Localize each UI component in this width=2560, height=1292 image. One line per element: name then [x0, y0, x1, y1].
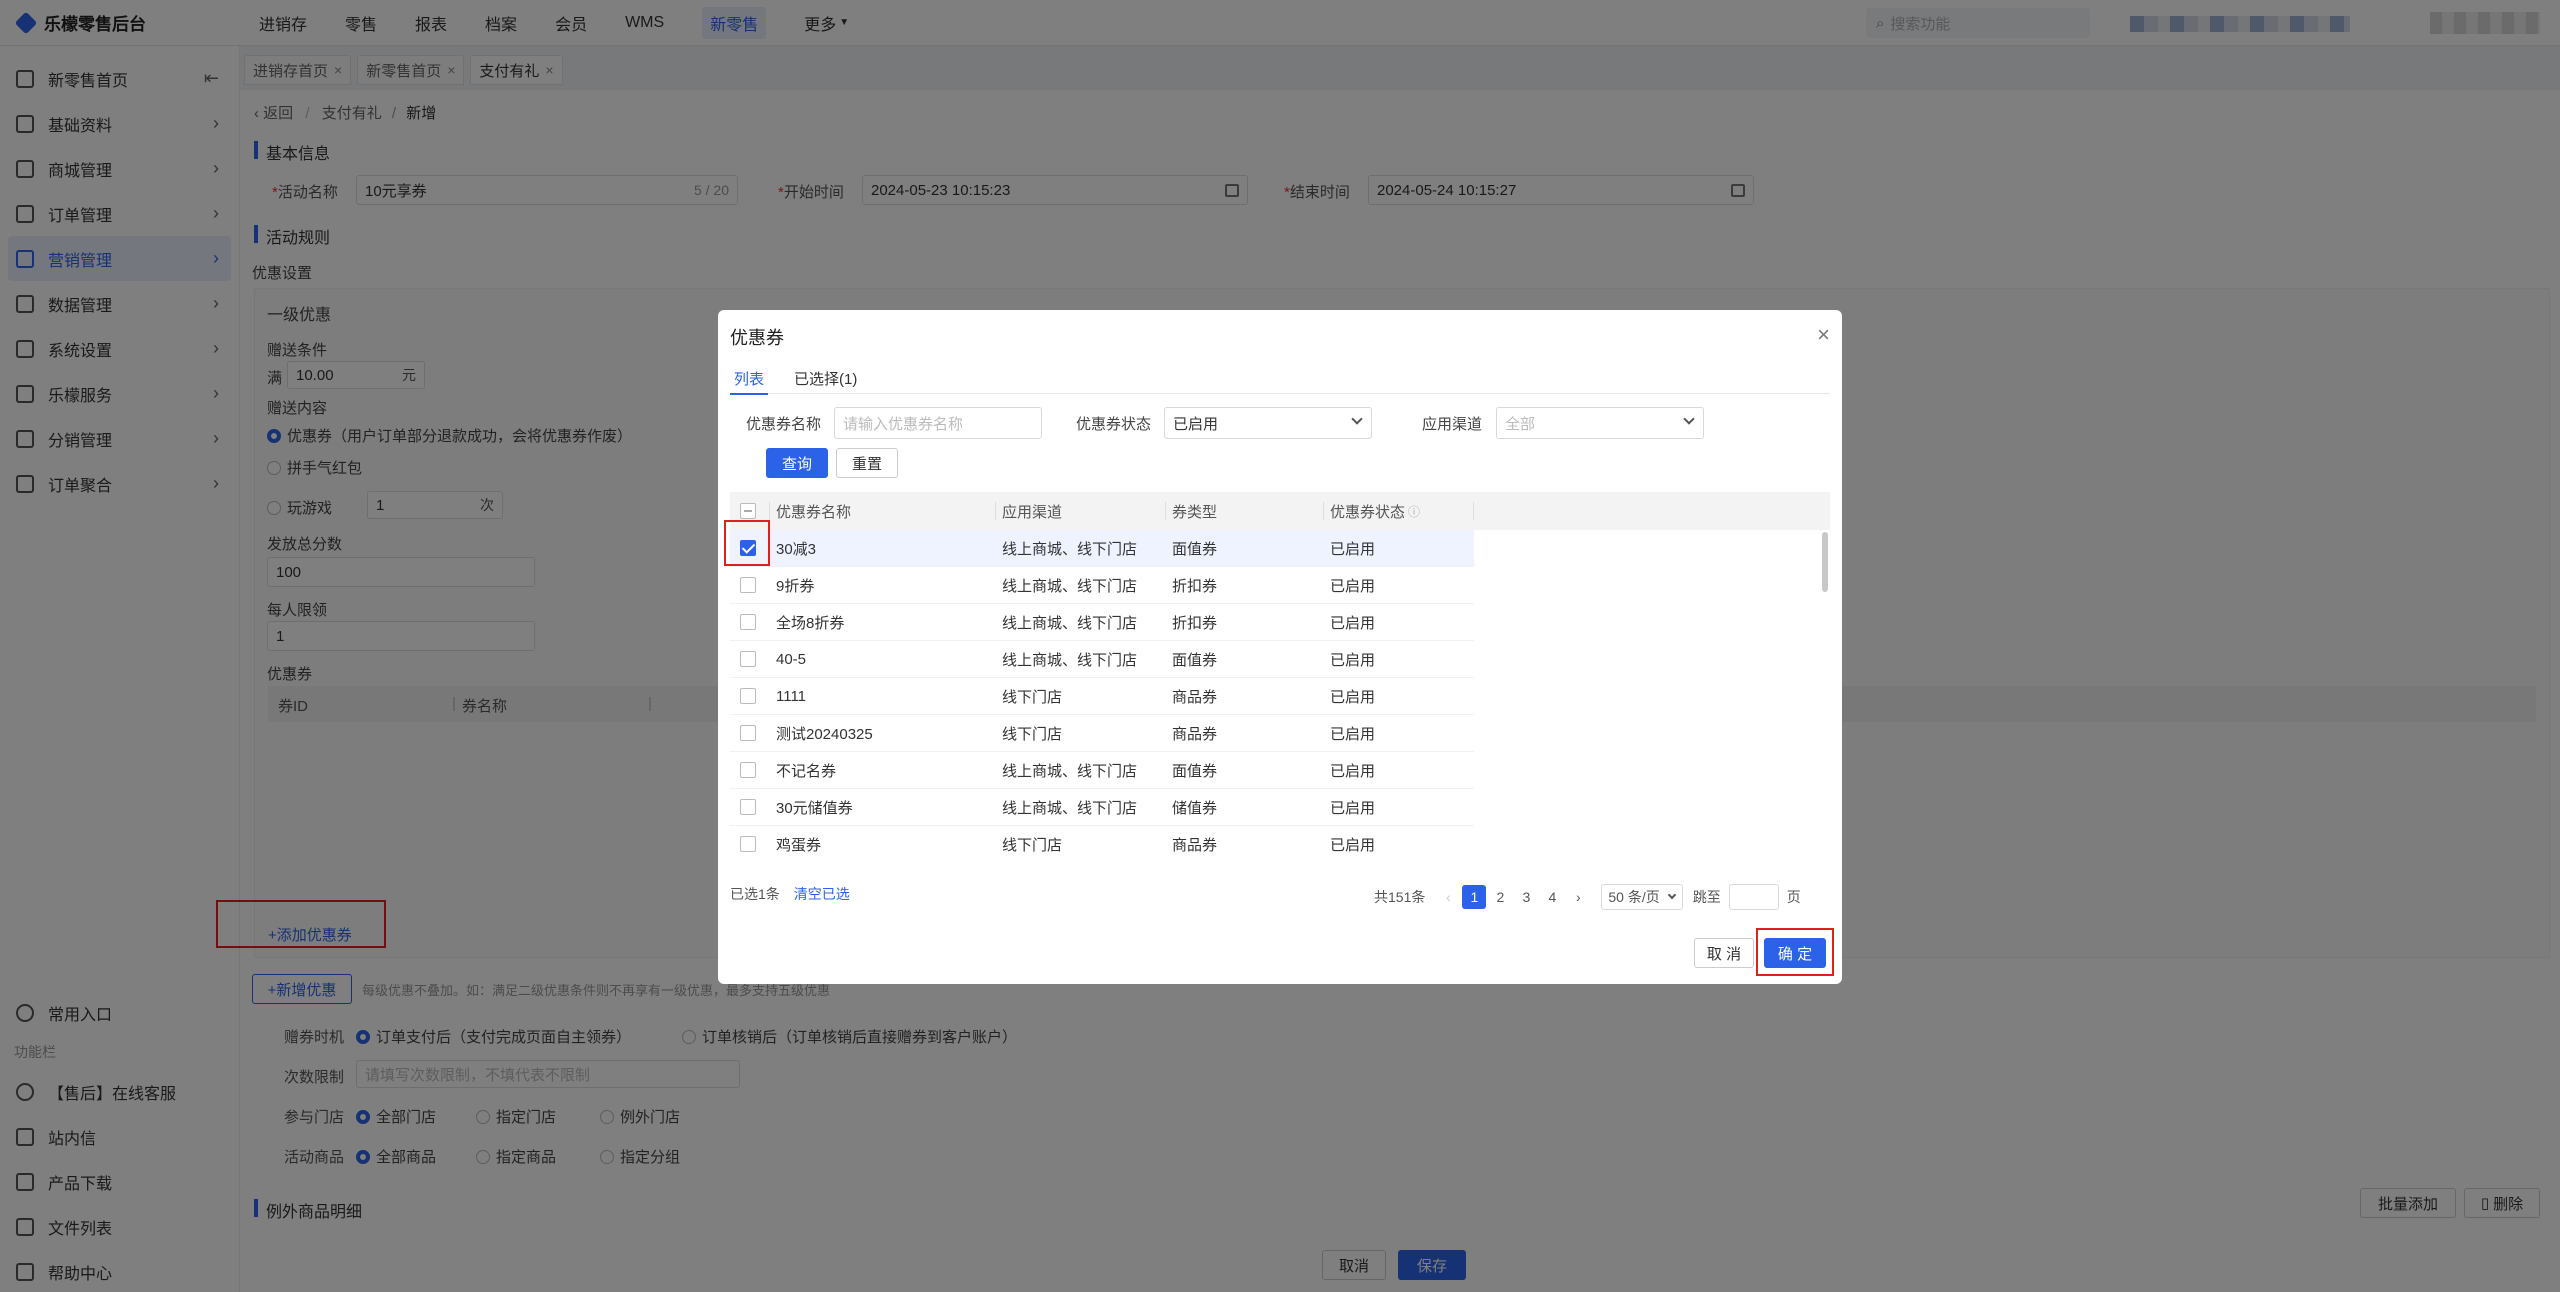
cell-channel: 线下门店	[1002, 725, 1063, 743]
info-icon: ⓘ	[1408, 504, 1421, 519]
highlight-box	[724, 520, 770, 566]
cell-name: 测试20240325	[776, 725, 873, 743]
cell-type: 储值券	[1172, 799, 1218, 817]
cell-type: 面值券	[1172, 762, 1218, 780]
cell-name: 9折券	[776, 577, 815, 595]
row-checkbox[interactable]	[740, 799, 756, 815]
coupon-status-label: 优惠券状态	[1076, 416, 1152, 433]
highlight-box	[1756, 928, 1834, 976]
cell-channel: 线上商城、线下门店	[1002, 651, 1138, 669]
row-checkbox[interactable]	[740, 725, 756, 741]
cell-status: 已启用	[1330, 614, 1376, 632]
col-name: 优惠券名称	[770, 492, 996, 530]
cell-name: 30元储值券	[776, 799, 853, 817]
cell-name: 40-5	[776, 650, 807, 668]
cell-channel: 线上商城、线下门店	[1002, 762, 1138, 780]
cell-name: 鸡蛋券	[776, 836, 822, 854]
modal-cancel-button[interactable]: 取 消	[1694, 938, 1754, 968]
tab-list[interactable]: 列表	[730, 362, 769, 395]
col-channel: 应用渠道	[996, 492, 1166, 530]
table-row[interactable]: 1111 线下门店 商品券 已启用	[730, 678, 1474, 715]
cell-type: 面值券	[1172, 651, 1218, 669]
cell-type: 面值券	[1172, 540, 1218, 558]
cell-type: 商品券	[1172, 688, 1218, 706]
cell-status: 已启用	[1330, 725, 1376, 743]
cell-type: 商品券	[1172, 836, 1218, 854]
close-icon[interactable]: ×	[1817, 322, 1830, 348]
cell-channel: 线上商城、线下门店	[1002, 577, 1138, 595]
table-row[interactable]: 不记名券 线上商城、线下门店 面值券 已启用	[730, 752, 1474, 789]
page-number[interactable]: 1	[1462, 885, 1487, 909]
query-button[interactable]: 查询	[766, 448, 828, 478]
coupon-name-label: 优惠券名称	[746, 416, 822, 433]
coupon-status-select[interactable]: 已启用	[1164, 407, 1372, 439]
page-unit-label: 页	[1786, 889, 1801, 905]
cell-channel: 线上商城、线下门店	[1002, 540, 1138, 558]
table-row[interactable]: 30减3 线上商城、线下门店 面值券 已启用	[730, 530, 1474, 567]
table-row[interactable]: 鸡蛋券 线下门店 商品券 已启用	[730, 826, 1474, 858]
jump-page-input[interactable]	[1728, 884, 1779, 910]
cell-name: 30减3	[776, 540, 817, 558]
table-scrollbar[interactable]	[1822, 532, 1828, 592]
channel-label: 应用渠道	[1422, 416, 1483, 433]
selection-summary: 已选1条 清空已选	[730, 884, 850, 904]
coupon-table: 优惠券名称 应用渠道 券类型 优惠券状态 ⓘ 30减3 线上商城、线下门店 面值券…	[730, 492, 1830, 858]
next-page-icon[interactable]: ›	[1566, 885, 1590, 909]
table-row[interactable]: 测试20240325 线下门店 商品券 已启用	[730, 715, 1474, 752]
pagination: 共151条 ‹ 1 2 3 4 › 50 条/页 跳至 页	[1374, 884, 1801, 910]
row-checkbox[interactable]	[740, 614, 756, 630]
coupon-modal: 优惠券 × 列表 已选择(1) 优惠券名称 请输入优惠券名称 优惠券状态 已启用…	[718, 310, 1842, 984]
chevron-down-icon	[1667, 890, 1676, 900]
select-all-checkbox[interactable]	[740, 503, 756, 519]
page-number[interactable]: 4	[1540, 885, 1564, 909]
cell-status: 已启用	[1330, 540, 1376, 558]
chevron-down-icon	[1683, 413, 1695, 425]
cell-name: 全场8折券	[776, 614, 845, 632]
cell-name: 1111	[776, 687, 807, 705]
cell-status: 已启用	[1330, 688, 1376, 706]
reset-button[interactable]: 重置	[836, 448, 898, 478]
cell-status: 已启用	[1330, 577, 1376, 595]
prev-page-icon[interactable]: ‹	[1436, 885, 1460, 909]
clear-selected-link[interactable]: 清空已选	[794, 884, 850, 904]
col-status: 优惠券状态 ⓘ	[1324, 492, 1474, 530]
row-checkbox[interactable]	[740, 762, 756, 778]
cell-type: 商品券	[1172, 725, 1218, 743]
jump-label: 跳至	[1692, 889, 1721, 905]
table-row[interactable]: 40-5 线上商城、线下门店 面值券 已启用	[730, 641, 1474, 678]
page-size-select[interactable]: 50 条/页	[1601, 884, 1683, 910]
page-number[interactable]: 2	[1488, 885, 1512, 909]
cell-status: 已启用	[1330, 799, 1376, 817]
row-checkbox[interactable]	[740, 577, 756, 593]
cell-channel: 线上商城、线下门店	[1002, 799, 1138, 817]
row-checkbox[interactable]	[740, 688, 756, 704]
cell-channel: 线下门店	[1002, 836, 1063, 854]
cell-channel: 线下门店	[1002, 688, 1063, 706]
cell-name: 不记名券	[776, 762, 837, 780]
modal-title: 优惠券	[730, 328, 784, 348]
cell-type: 折扣券	[1172, 577, 1218, 595]
modal-tabs: 列表 已选择(1)	[730, 362, 1830, 395]
row-checkbox[interactable]	[740, 836, 756, 852]
table-row[interactable]: 9折券 线上商城、线下门店 折扣券 已启用	[730, 567, 1474, 604]
total-count: 共151条	[1374, 889, 1426, 905]
cell-channel: 线上商城、线下门店	[1002, 614, 1138, 632]
chevron-down-icon	[1351, 413, 1363, 425]
page-number[interactable]: 3	[1514, 885, 1538, 909]
tab-selected[interactable]: 已选择(1)	[790, 362, 861, 394]
cell-status: 已启用	[1330, 836, 1376, 854]
table-header: 优惠券名称 应用渠道 券类型 优惠券状态 ⓘ	[730, 492, 1830, 530]
cell-status: 已启用	[1330, 651, 1376, 669]
table-row[interactable]: 全场8折券 线上商城、线下门店 折扣券 已启用	[730, 604, 1474, 641]
cell-status: 已启用	[1330, 762, 1376, 780]
table-row[interactable]: 30元储值券 线上商城、线下门店 储值券 已启用	[730, 789, 1474, 826]
selected-count: 已选1条	[730, 886, 780, 902]
channel-select[interactable]: 全部	[1496, 407, 1704, 439]
row-checkbox[interactable]	[740, 651, 756, 667]
coupon-name-input[interactable]: 请输入优惠券名称	[834, 407, 1042, 439]
cell-type: 折扣券	[1172, 614, 1218, 632]
col-type: 券类型	[1166, 492, 1324, 530]
